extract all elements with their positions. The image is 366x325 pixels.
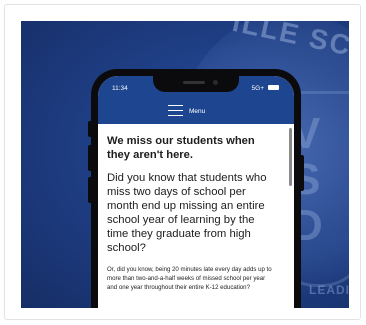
article-body: Or, did you know, being 20 minutes late … <box>107 266 272 291</box>
article-content: We miss our students when they aren't he… <box>107 134 277 292</box>
promo-photo: ILLE SCHO VSD LEADIN 11:34 5G+ <box>21 21 349 308</box>
seal-bottom-text: LEADIN <box>309 283 349 297</box>
article-heading: We miss our students when they aren't he… <box>107 135 255 161</box>
phone-notch <box>153 76 239 92</box>
phone-power-button <box>300 155 304 191</box>
status-time: 11:34 <box>112 85 128 92</box>
hamburger-menu-icon[interactable] <box>168 105 183 116</box>
phone-side-button <box>88 121 92 137</box>
phone-screen: 11:34 5G+ Menu We miss our students when… <box>98 76 294 308</box>
smartphone: 11:34 5G+ Menu We miss our students when… <box>88 69 304 308</box>
article-lead: Did you know that students who miss two … <box>107 172 267 254</box>
camera-icon <box>213 80 218 85</box>
menu-button[interactable]: Menu <box>189 108 205 115</box>
speaker-icon <box>183 81 205 84</box>
scrollbar[interactable] <box>289 128 292 186</box>
battery-icon <box>268 85 279 90</box>
phone-side-button <box>88 177 92 203</box>
phone-side-button <box>88 145 92 171</box>
image-card: ILLE SCHO VSD LEADIN 11:34 5G+ <box>4 4 361 320</box>
site-navbar: Menu <box>98 98 294 124</box>
signal-indicator: 5G+ <box>251 85 264 92</box>
